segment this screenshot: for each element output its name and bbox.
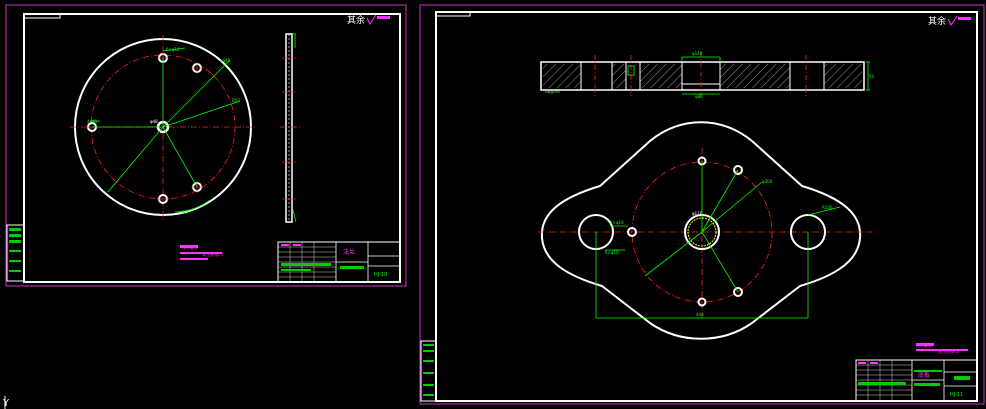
plate-dim-bottom: 440 (696, 312, 704, 317)
section-bottom-width: φ80 (695, 94, 703, 99)
left-flange-side-view[interactable] (280, 33, 300, 223)
plate-dim-hole-left: 2×φ18 (610, 220, 624, 225)
right-technical-notes: 技术要求 未注倒角C1 (916, 342, 968, 354)
left-note-line2: 未注倒角C1 (202, 251, 224, 257)
plate-dim-bore: φ120 (692, 211, 703, 216)
dim-radius: R50 (232, 98, 240, 103)
dim-angle: 60° (182, 210, 189, 215)
left-flange-front-view[interactable]: 6×φ18 φ440 R50 φ48 60° 4-M8 (70, 35, 256, 220)
left-revision-strip (6, 224, 25, 282)
section-top-width: φ140 (692, 51, 703, 56)
plate-dim-hole-right: R100 (822, 205, 833, 210)
section-left-tag: C1 (548, 90, 554, 95)
right-title-block: 底板 HJ-11 (855, 359, 978, 402)
left-sheet-border (5, 4, 407, 287)
ucs-icon: Y (2, 396, 10, 409)
left-drawing-no: HJ-10 (374, 272, 387, 278)
right-roughness-symbol (947, 15, 971, 26)
cad-canvas[interactable]: 其余 6×φ18 φ440 R50 φ48 60° 4-M8 未注倒角C1 技术… (0, 0, 986, 409)
right-drawing-no: HJ-11 (950, 392, 963, 398)
right-roughness-note: 其余 (928, 15, 946, 27)
plate-dim-small: 6×φ18 (605, 250, 619, 255)
dim-pcd: φ440 (220, 58, 231, 63)
dim-bore: φ48 (150, 119, 158, 124)
right-revision-strip (420, 340, 437, 402)
ucs-y-label: Y (2, 398, 10, 409)
right-note-line2: 未注倒角C1 (938, 348, 960, 354)
left-roughness-symbol (366, 14, 390, 25)
dim-side: 4-M8 (87, 119, 97, 124)
left-dimension-lines (90, 47, 241, 213)
section-right-tag: 50 (869, 74, 875, 79)
right-drawing-frame (435, 11, 978, 402)
left-part-name: 法兰 (343, 248, 355, 256)
right-section-view[interactable]: φ140 φ80 C1 50 (540, 51, 875, 99)
left-title-block: 法兰 HJ-10 (277, 241, 401, 283)
right-plate-front-view[interactable]: φ300 2×φ18 R100 φ120 440 6×φ18 (538, 121, 872, 340)
left-roughness-note: 其余 (347, 14, 365, 26)
left-note-line1: 技术要求 (182, 244, 198, 250)
left-sheet: 其余 6×φ18 φ440 R50 φ48 60° 4-M8 未注倒角C1 技术… (5, 4, 407, 287)
right-sheet: 其余 φ140 φ80 C1 50 φ300 2×φ18 R100 φ120 4… (419, 4, 985, 405)
dim-hole-pattern: 6×φ18 (166, 47, 180, 52)
plate-dim-pcd: φ300 (762, 179, 773, 184)
right-note-line1: 技术要求 (916, 342, 932, 348)
left-technical-notes: 未注倒角C1 技术要求 (180, 244, 224, 260)
right-part-name: 底板 (918, 371, 930, 379)
